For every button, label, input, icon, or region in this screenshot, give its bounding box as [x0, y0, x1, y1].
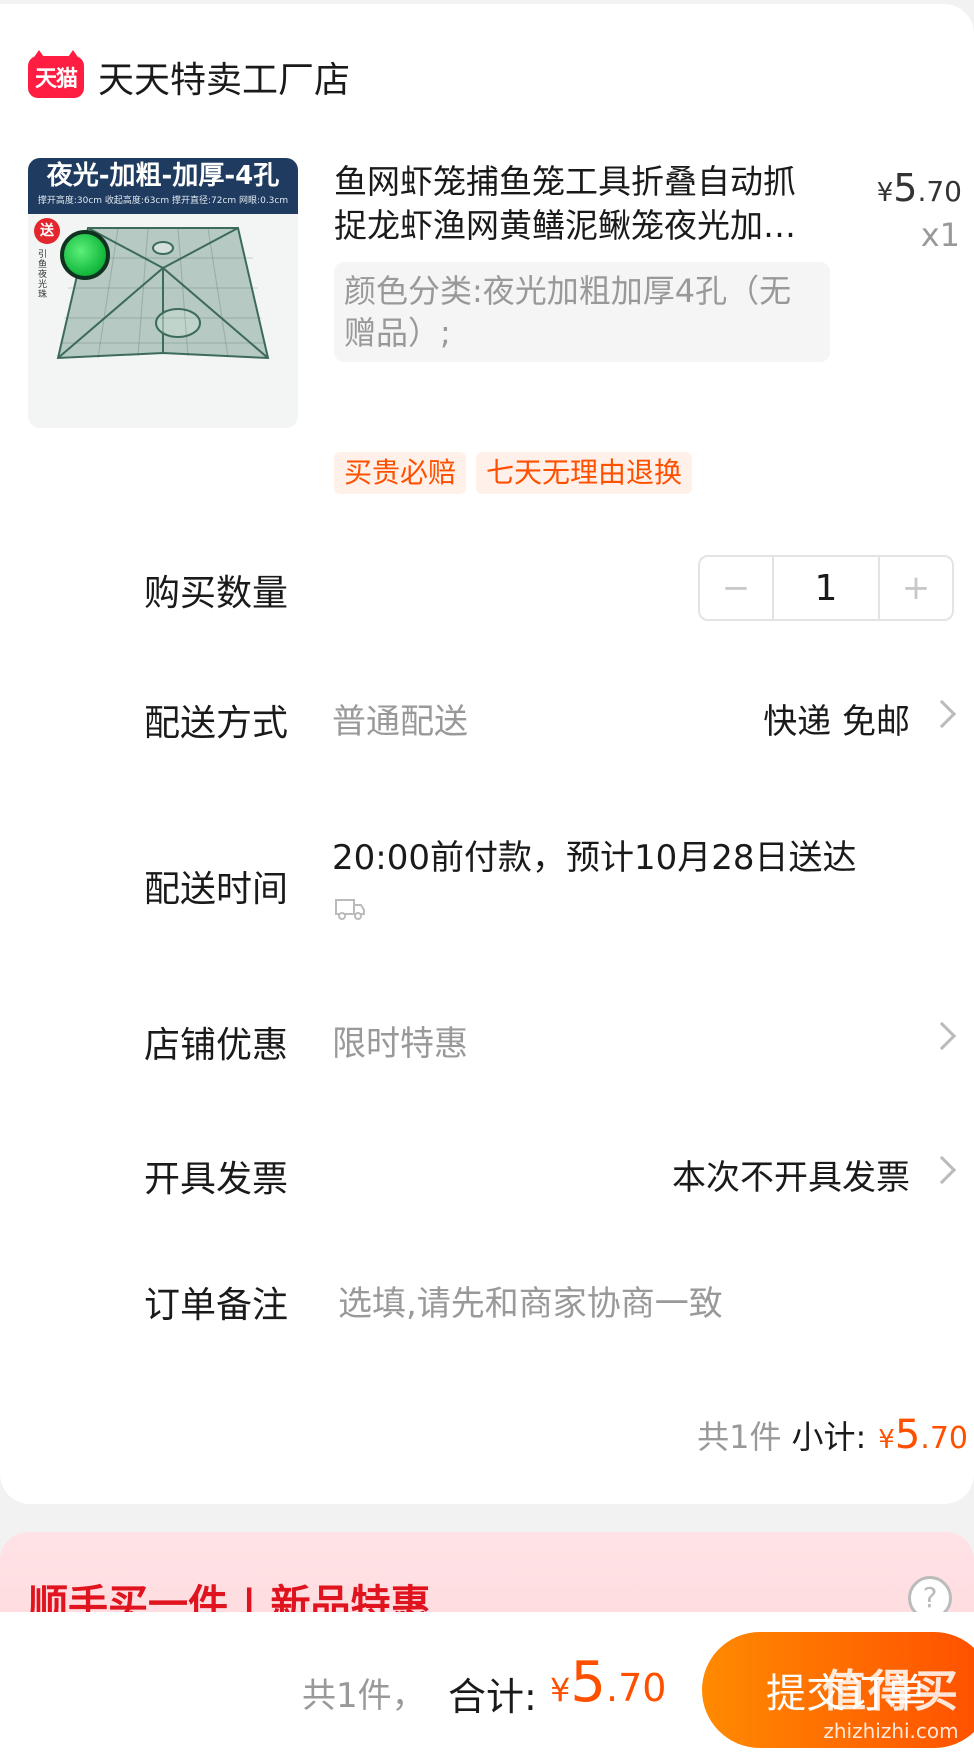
- chevron-right-icon[interactable]: [927, 1155, 957, 1185]
- subtotal-label: 小计:: [791, 1418, 867, 1456]
- watermark: 值得买 zhizhizhi.com: [822, 1655, 960, 1743]
- shop-header[interactable]: 天猫 天天特卖工厂店: [28, 50, 350, 103]
- shop-discount-value[interactable]: 限时特惠: [332, 1016, 468, 1065]
- delivery-time-label: 配送时间: [144, 869, 289, 910]
- price-integer: 5: [894, 1412, 921, 1458]
- total-count: 共1件，: [302, 1676, 426, 1716]
- price-integer: 5: [570, 1650, 606, 1715]
- watermark-text: 值得买: [822, 1666, 960, 1717]
- sku-selector[interactable]: 颜色分类:夜光加粗加厚4孔（无赠品）;: [334, 262, 830, 362]
- subtotal-count: 共1件: [697, 1418, 782, 1456]
- price-integer: 5: [893, 166, 918, 210]
- chevron-right-icon[interactable]: [927, 699, 957, 729]
- quantity-label: 购买数量: [144, 573, 289, 614]
- increment-button[interactable]: +: [880, 557, 952, 619]
- gift-label: 引鱼夜光珠: [38, 250, 48, 300]
- delivery-label: 配送方式: [144, 703, 289, 744]
- price-decimal: .70: [917, 175, 962, 208]
- shop-discount-label: 店铺优惠: [144, 1025, 289, 1066]
- chevron-right-icon[interactable]: [927, 1021, 957, 1051]
- invoice-value[interactable]: 本次不开具发票: [672, 1150, 910, 1199]
- tag-price-protection: 买贵必赔: [334, 452, 467, 494]
- delivery-value[interactable]: 快递 免邮: [763, 694, 910, 743]
- remark-input[interactable]: 选填,请先和商家协商一致: [338, 1276, 723, 1325]
- fish-trap-illustration: [56, 227, 270, 360]
- delivery-method: 普通配送: [332, 702, 468, 742]
- quantity-stepper[interactable]: − 1 +: [698, 555, 954, 621]
- tag-seven-day-return: 七天无理由退换: [476, 452, 693, 494]
- service-tags: 买贵必赔 七天无理由退换: [334, 452, 693, 494]
- watermark-url: zhizhizhi.com: [823, 1719, 959, 1743]
- truck-icon: [335, 899, 365, 920]
- tmall-logo-icon: 天猫: [28, 50, 84, 98]
- glow-bead-icon: [60, 230, 110, 280]
- currency-symbol: ¥: [876, 178, 894, 208]
- product-title[interactable]: 鱼网虾笼捕鱼笼工具折叠自动抓捉龙虾渔网黄鳝泥鳅笼夜光加粗加厚4孔: [334, 160, 804, 248]
- total-price: ¥5.70: [550, 1650, 666, 1715]
- subtotal: 共1件 小计: ¥5.70: [697, 1412, 968, 1458]
- invoice-label: 开具发票: [144, 1159, 289, 1200]
- remark-label: 订单备注: [144, 1285, 289, 1326]
- product-image[interactable]: 夜光-加粗-加厚-4孔 撑开高度:30cm 收起高度:63cm 撑开直径:72c…: [28, 158, 298, 428]
- gift-badge: 送: [34, 218, 60, 244]
- price-decimal: .70: [920, 1421, 968, 1456]
- product-price: ¥5.70: [877, 166, 962, 210]
- currency-symbol: ¥: [550, 1671, 571, 1709]
- quantity-value[interactable]: 1: [772, 557, 880, 619]
- checkout-bar: 共1件， 合计: ¥5.70 提交订单 值得买 zhizhizhi.com: [0, 1612, 974, 1753]
- delivery-time-value: 20:00前付款，预计10月28日送达: [332, 838, 857, 878]
- decrement-button[interactable]: −: [700, 557, 772, 619]
- price-decimal: .70: [606, 1666, 667, 1710]
- shop-name[interactable]: 天天特卖工厂店: [98, 51, 350, 103]
- total-label: 合计:: [448, 1675, 537, 1719]
- currency-symbol: ¥: [878, 1425, 895, 1455]
- subtotal-price: ¥5.70: [878, 1412, 968, 1458]
- order-card: 天猫 天天特卖工厂店 夜光-加粗-加厚-4孔 撑开高度:30cm 收起高度:63…: [0, 4, 974, 1504]
- product-quantity: x1: [920, 216, 960, 254]
